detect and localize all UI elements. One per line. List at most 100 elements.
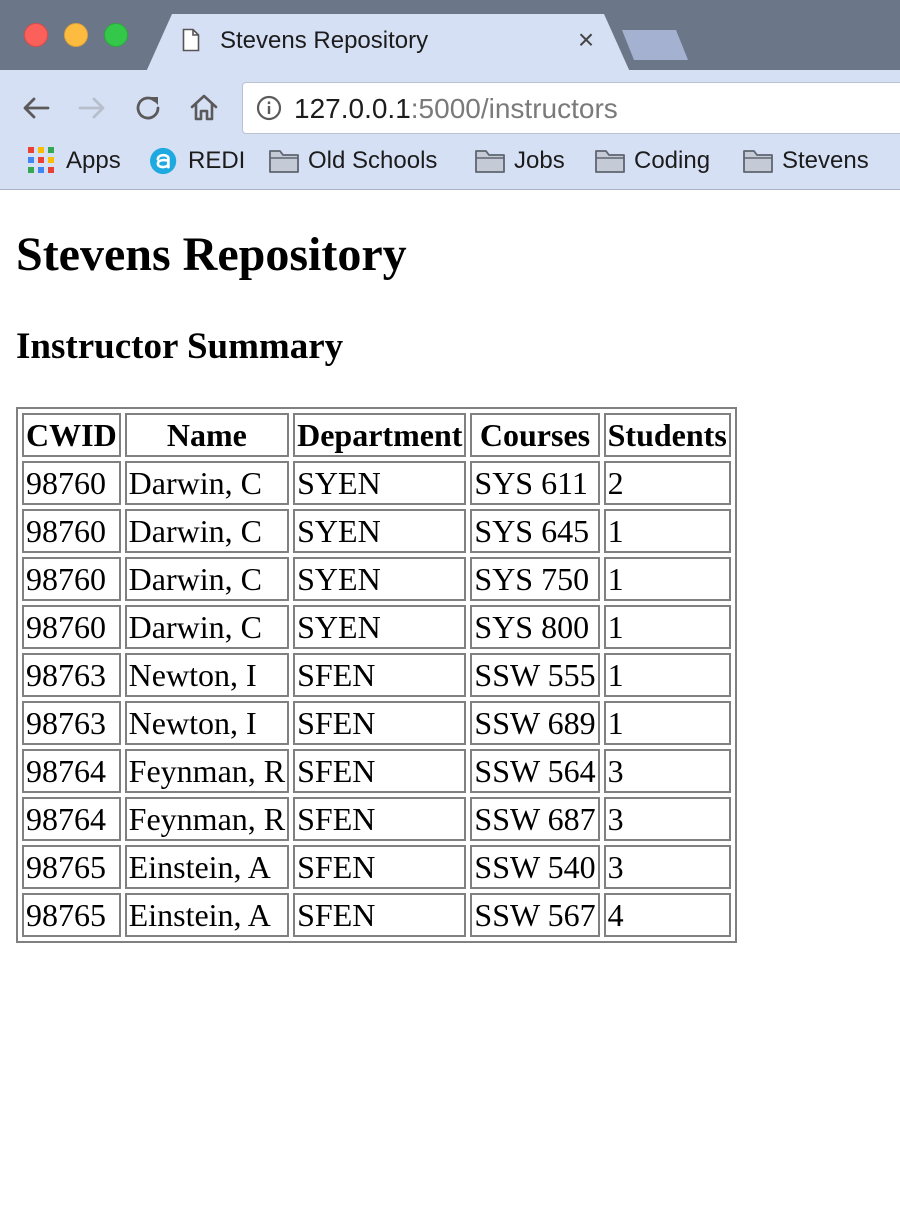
column-header-name: Name bbox=[124, 413, 290, 457]
bookmark-apps[interactable]: Apps bbox=[26, 144, 121, 178]
cell-name: Feynman, R bbox=[124, 797, 290, 841]
table-row: 98760 Darwin, C SYEN SYS 800 1 bbox=[22, 605, 731, 649]
table-row: 98765 Einstein, A SFEN SSW 540 3 bbox=[22, 845, 731, 889]
back-arrow-icon[interactable] bbox=[20, 92, 52, 124]
cell-course: SYS 645 bbox=[470, 509, 600, 553]
bookmark-stevens[interactable]: Stevens bbox=[742, 144, 869, 178]
window-maximize-button[interactable] bbox=[104, 23, 128, 47]
cell-name: Einstein, A bbox=[124, 845, 290, 889]
cell-cwid: 98760 bbox=[22, 509, 121, 553]
bookmark-old-schools[interactable]: Old Schools bbox=[268, 144, 437, 178]
column-header-department: Department bbox=[293, 413, 467, 457]
cell-course: SYS 800 bbox=[470, 605, 600, 649]
folder-icon bbox=[743, 150, 773, 173]
page-title: Stevens Repository bbox=[16, 228, 407, 281]
cell-department: SYEN bbox=[293, 461, 467, 505]
cell-name: Darwin, C bbox=[124, 605, 290, 649]
table-row: 98764 Feynman, R SFEN SSW 564 3 bbox=[22, 749, 731, 793]
cell-department: SFEN bbox=[293, 653, 467, 697]
forward-arrow-icon[interactable] bbox=[76, 92, 108, 124]
table-row: 98760 Darwin, C SYEN SYS 611 2 bbox=[22, 461, 731, 505]
table-row: 98760 Darwin, C SYEN SYS 645 1 bbox=[22, 509, 731, 553]
cell-students: 3 bbox=[603, 749, 731, 793]
cell-students: 3 bbox=[603, 845, 731, 889]
reload-icon[interactable] bbox=[132, 92, 164, 124]
browser-tabstrip: Stevens Repository × bbox=[0, 0, 900, 72]
url-path: :5000/instructors bbox=[410, 93, 618, 124]
cell-name: Feynman, R bbox=[124, 749, 290, 793]
window-minimize-button[interactable] bbox=[64, 23, 88, 47]
cell-cwid: 98764 bbox=[22, 749, 121, 793]
instructor-summary-table: CWID Name Department Courses Students 98… bbox=[16, 407, 737, 943]
cell-cwid: 98764 bbox=[22, 797, 121, 841]
new-tab-button[interactable] bbox=[622, 30, 688, 60]
page-content: Stevens Repository Instructor Summary CW… bbox=[0, 191, 900, 1232]
cell-course: SSW 689 bbox=[470, 701, 600, 745]
cell-course: SSW 540 bbox=[470, 845, 600, 889]
cell-students: 1 bbox=[603, 509, 731, 553]
table-row: 98760 Darwin, C SYEN SYS 750 1 bbox=[22, 557, 731, 601]
cell-course: SYS 750 bbox=[470, 557, 600, 601]
bookmark-label: Apps bbox=[66, 147, 121, 174]
cell-cwid: 98760 bbox=[22, 605, 121, 649]
table-row: 98765 Einstein, A SFEN SSW 567 4 bbox=[22, 893, 731, 937]
cell-name: Newton, I bbox=[124, 653, 290, 697]
cell-department: SYEN bbox=[293, 557, 467, 601]
column-header-courses: Courses bbox=[470, 413, 600, 457]
cell-students: 1 bbox=[603, 701, 731, 745]
folder-icon bbox=[475, 150, 505, 173]
cell-department: SFEN bbox=[293, 701, 467, 745]
cell-department: SYEN bbox=[293, 509, 467, 553]
cell-cwid: 98765 bbox=[22, 845, 121, 889]
table-row: 98764 Feynman, R SFEN SSW 687 3 bbox=[22, 797, 731, 841]
apps-grid-icon bbox=[28, 147, 54, 173]
redi-logo-icon bbox=[150, 147, 177, 175]
cell-name: Darwin, C bbox=[124, 461, 290, 505]
folder-icon bbox=[269, 150, 299, 173]
cell-name: Darwin, C bbox=[124, 557, 290, 601]
bookmark-redi[interactable]: REDI bbox=[148, 144, 245, 178]
cell-department: SFEN bbox=[293, 749, 467, 793]
cell-department: SFEN bbox=[293, 893, 467, 937]
bookmark-jobs[interactable]: Jobs bbox=[474, 144, 565, 178]
cell-students: 4 bbox=[603, 893, 731, 937]
bookmark-label: Stevens bbox=[782, 147, 869, 174]
folder-icon bbox=[595, 150, 625, 173]
cell-cwid: 98763 bbox=[22, 701, 121, 745]
bookmark-coding[interactable]: Coding bbox=[594, 144, 710, 178]
cell-students: 1 bbox=[603, 605, 731, 649]
cell-department: SFEN bbox=[293, 797, 467, 841]
tab-title: Stevens Repository bbox=[220, 27, 429, 54]
cell-name: Einstein, A bbox=[124, 893, 290, 937]
cell-students: 1 bbox=[603, 653, 731, 697]
cell-students: 1 bbox=[603, 557, 731, 601]
cell-name: Darwin, C bbox=[124, 509, 290, 553]
cell-name: Newton, I bbox=[124, 701, 290, 745]
cell-course: SSW 687 bbox=[470, 797, 600, 841]
bookmark-label: REDI bbox=[188, 147, 246, 174]
cell-cwid: 98760 bbox=[22, 557, 121, 601]
cell-students: 2 bbox=[603, 461, 731, 505]
bookmark-label: Jobs bbox=[514, 147, 565, 174]
cell-department: SFEN bbox=[293, 845, 467, 889]
cell-course: SSW 555 bbox=[470, 653, 600, 697]
cell-cwid: 98763 bbox=[22, 653, 121, 697]
cell-cwid: 98760 bbox=[22, 461, 121, 505]
bookmark-label: Old Schools bbox=[308, 147, 438, 174]
cell-department: SYEN bbox=[293, 605, 467, 649]
table-row: 98763 Newton, I SFEN SSW 555 1 bbox=[22, 653, 731, 697]
cell-course: SYS 611 bbox=[470, 461, 600, 505]
address-url[interactable]: 127.0.0.1:5000/instructors bbox=[294, 93, 618, 125]
section-title: Instructor Summary bbox=[16, 326, 344, 367]
table-header-row: CWID Name Department Courses Students bbox=[22, 413, 731, 457]
info-icon[interactable] bbox=[256, 95, 282, 121]
home-icon[interactable] bbox=[188, 92, 220, 124]
document-icon bbox=[182, 28, 200, 52]
table-row: 98763 Newton, I SFEN SSW 689 1 bbox=[22, 701, 731, 745]
window-close-button[interactable] bbox=[24, 23, 48, 47]
column-header-students: Students bbox=[603, 413, 731, 457]
tab-close-icon[interactable]: × bbox=[574, 26, 598, 54]
cell-students: 3 bbox=[603, 797, 731, 841]
column-header-cwid: CWID bbox=[22, 413, 121, 457]
cell-course: SSW 564 bbox=[470, 749, 600, 793]
